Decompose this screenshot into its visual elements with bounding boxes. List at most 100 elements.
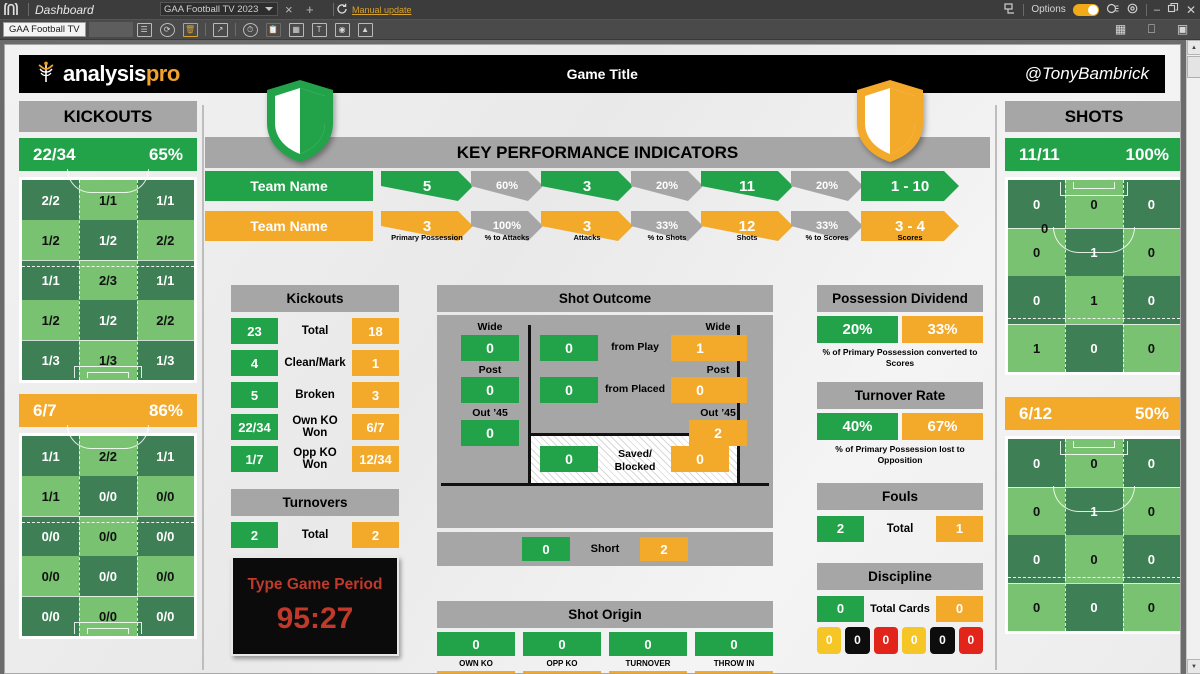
kickout-home-cell: 1/2 bbox=[22, 220, 80, 260]
twitter-handle: @TonyBambrick bbox=[1024, 64, 1149, 83]
clock-icon[interactable]: ⏱ bbox=[242, 22, 258, 37]
record-icon[interactable]: ◉ bbox=[334, 22, 350, 37]
gear-icon[interactable] bbox=[1126, 2, 1139, 18]
dataset-tab[interactable]: GAA Football TV bbox=[3, 22, 86, 37]
column-kickout-stats: Kickouts 23 Total 18 4 Clean/Mark 1 5 Broken 3 22… bbox=[231, 285, 399, 656]
kickout-away-cell: 1/1 bbox=[22, 436, 80, 476]
kickout-home-cell: 1/2 bbox=[79, 220, 137, 260]
shot-origin-label: OWN KO bbox=[459, 659, 493, 668]
discipline-card: 0 bbox=[930, 626, 955, 654]
layout-icon[interactable] bbox=[1003, 2, 1016, 18]
fouls-title: Fouls bbox=[817, 482, 983, 510]
kickout-away-cell: 0/0 bbox=[79, 556, 137, 596]
shot-away-cell: 0 bbox=[1122, 535, 1180, 583]
refresh-icon[interactable] bbox=[336, 3, 348, 18]
monitor-icon[interactable]: ⎕ bbox=[1144, 22, 1159, 36]
short-row: 0 Short 2 bbox=[437, 532, 773, 566]
dataset-dropdown-value: GAA Football TV 2023 bbox=[164, 3, 259, 15]
close-button[interactable]: ✕ bbox=[1186, 3, 1196, 17]
kpi-home-value: 3 bbox=[541, 171, 633, 201]
kickout-away-cell: 0/0 bbox=[79, 476, 137, 516]
minimize-button[interactable]: – bbox=[1154, 4, 1160, 16]
scroll-up-button[interactable]: ▲ bbox=[1187, 40, 1200, 55]
brand-logo: analysispro bbox=[35, 61, 180, 88]
from-play-label: from Play bbox=[611, 341, 659, 353]
game-clock-value: 95:27 bbox=[276, 602, 354, 635]
home-shield-icon bbox=[263, 78, 337, 164]
kickout-away-cell: 0/0 bbox=[136, 476, 194, 516]
manual-update-link[interactable]: Manual update bbox=[352, 5, 412, 15]
kickout-away-cell: 1/1 bbox=[22, 476, 80, 516]
shot-away-cell: 0 bbox=[1008, 439, 1066, 487]
possession-dividend-title: Possession Dividend bbox=[817, 285, 983, 312]
kickouts-home-pitch-map: 2/2 1/1 1/1 1/2 1/2 2/2 1/1 2/3 1/1 1/2 1/2 2/2 1/3 1… bbox=[19, 169, 197, 383]
kickout-stat-row: 1/7 Opp KO Won 12/34 bbox=[231, 446, 399, 472]
shot-away-cell: 0 bbox=[1008, 583, 1066, 631]
refresh-icon[interactable]: ⟳ bbox=[159, 22, 175, 37]
kickout-stat-row: 22/34 Own KO Won 6/7 bbox=[231, 414, 399, 440]
grid-icon[interactable]: ▦ bbox=[288, 22, 304, 37]
titlebar-divider-2 bbox=[333, 3, 334, 16]
titlebar-divider bbox=[28, 3, 29, 16]
kpi-home-value: 1 - 10 bbox=[861, 171, 959, 201]
shot-home-cell: 0 bbox=[1122, 276, 1180, 324]
scroll-down-button[interactable]: ▼ bbox=[1187, 659, 1200, 674]
dataset-dropdown[interactable]: GAA Football TV 2023 bbox=[160, 2, 278, 16]
discipline-card: 0 bbox=[845, 626, 870, 654]
discipline-title: Discipline bbox=[817, 562, 983, 590]
shot-outcome-diagram: Wide 0 Post 0 Out ’45 0 Wide 0 Post 1 Ou… bbox=[437, 315, 773, 566]
possession-dividend-home: 20% bbox=[817, 316, 898, 343]
discipline-row: 0 Total Cards 0 bbox=[817, 595, 983, 622]
main-toolbar: GAA Football TV ☰ ⟳ 🗑 ↗ ⏱ 📋 ▦ T ◉ ▲ ▦ ⎕ … bbox=[0, 19, 1200, 39]
vertical-scrollbar[interactable]: ▲ ▼ bbox=[1186, 40, 1200, 674]
close-tab-button[interactable]: × bbox=[285, 2, 293, 17]
home-wide-value: 0 bbox=[461, 335, 519, 361]
kpi-caption: Primary Possession bbox=[391, 233, 463, 242]
possession-dividend-away: 33% bbox=[902, 316, 983, 343]
kickouts-away-pitch-map: 1/1 2/2 1/1 1/1 0/0 0/0 0/0 0/0 0/0 0/0 0/0 0/0 0/0 0… bbox=[19, 425, 197, 639]
window-title: Dashboard bbox=[35, 2, 94, 17]
shot-origin-label: TURNOVER bbox=[625, 659, 671, 668]
badge-icon[interactable]: ▣ bbox=[1175, 22, 1190, 36]
shot-origin-home-value: 0 bbox=[695, 632, 773, 656]
add-tab-button[interactable]: + bbox=[306, 2, 314, 17]
kickout-stat-label: Total bbox=[301, 325, 329, 337]
shots-home-extra-value: 0 bbox=[1041, 221, 1049, 236]
shot-origin-captions: OWN KO OPP KO TURNOVER THROW IN bbox=[437, 656, 773, 671]
export-icon[interactable]: ↗ bbox=[212, 22, 228, 37]
delete-icon[interactable]: 🗑 bbox=[182, 22, 198, 37]
text-icon[interactable]: T bbox=[311, 22, 327, 37]
kickout-home-cell: 2/2 bbox=[22, 180, 80, 220]
toolbar-divider-2 bbox=[234, 23, 236, 36]
dataset-tab-empty[interactable] bbox=[88, 22, 133, 37]
game-title: Game Title bbox=[566, 66, 638, 82]
table-view-icon[interactable]: ▦ bbox=[1113, 22, 1128, 36]
shots-away-fraction: 6/12 bbox=[1019, 403, 1053, 423]
shot-away-cell: 0 bbox=[1122, 439, 1180, 487]
kpi-caption: Attacks bbox=[573, 233, 601, 242]
image-icon[interactable]: ▲ bbox=[357, 22, 373, 37]
short-label: Short bbox=[590, 543, 620, 555]
kickout-away-cell: 0/0 bbox=[22, 556, 80, 596]
kpi-caption: Shots bbox=[736, 233, 758, 242]
titlebar-right-group: Options – ✕ bbox=[1003, 0, 1196, 19]
network-icon[interactable] bbox=[1106, 2, 1119, 18]
discipline-label: Total Cards bbox=[870, 602, 930, 615]
caduceus-icon bbox=[35, 61, 57, 88]
kpi-caption: % to Scores bbox=[805, 233, 849, 242]
scrollbar-thumb[interactable] bbox=[1187, 56, 1200, 78]
shot-home-cell: 1 bbox=[1008, 324, 1066, 372]
shot-origin-home-row: 0000 bbox=[437, 632, 773, 656]
discipline-away: 0 bbox=[936, 595, 983, 622]
fouls-label: Total bbox=[886, 522, 914, 535]
options-toggle[interactable] bbox=[1072, 3, 1099, 16]
from-play-away: 1 bbox=[671, 335, 729, 361]
shot-away-cell: 0 bbox=[1065, 535, 1123, 583]
kickout-stat-home: 22/34 bbox=[231, 414, 278, 440]
shot-home-cell: 0 bbox=[1122, 324, 1180, 372]
restore-button[interactable] bbox=[1167, 2, 1179, 17]
shot-home-cell: 0 bbox=[1008, 276, 1066, 324]
list-icon[interactable]: ☰ bbox=[136, 22, 152, 37]
discipline-card: 0 bbox=[902, 626, 927, 654]
kpi-caption: % to Shots bbox=[647, 233, 687, 242]
